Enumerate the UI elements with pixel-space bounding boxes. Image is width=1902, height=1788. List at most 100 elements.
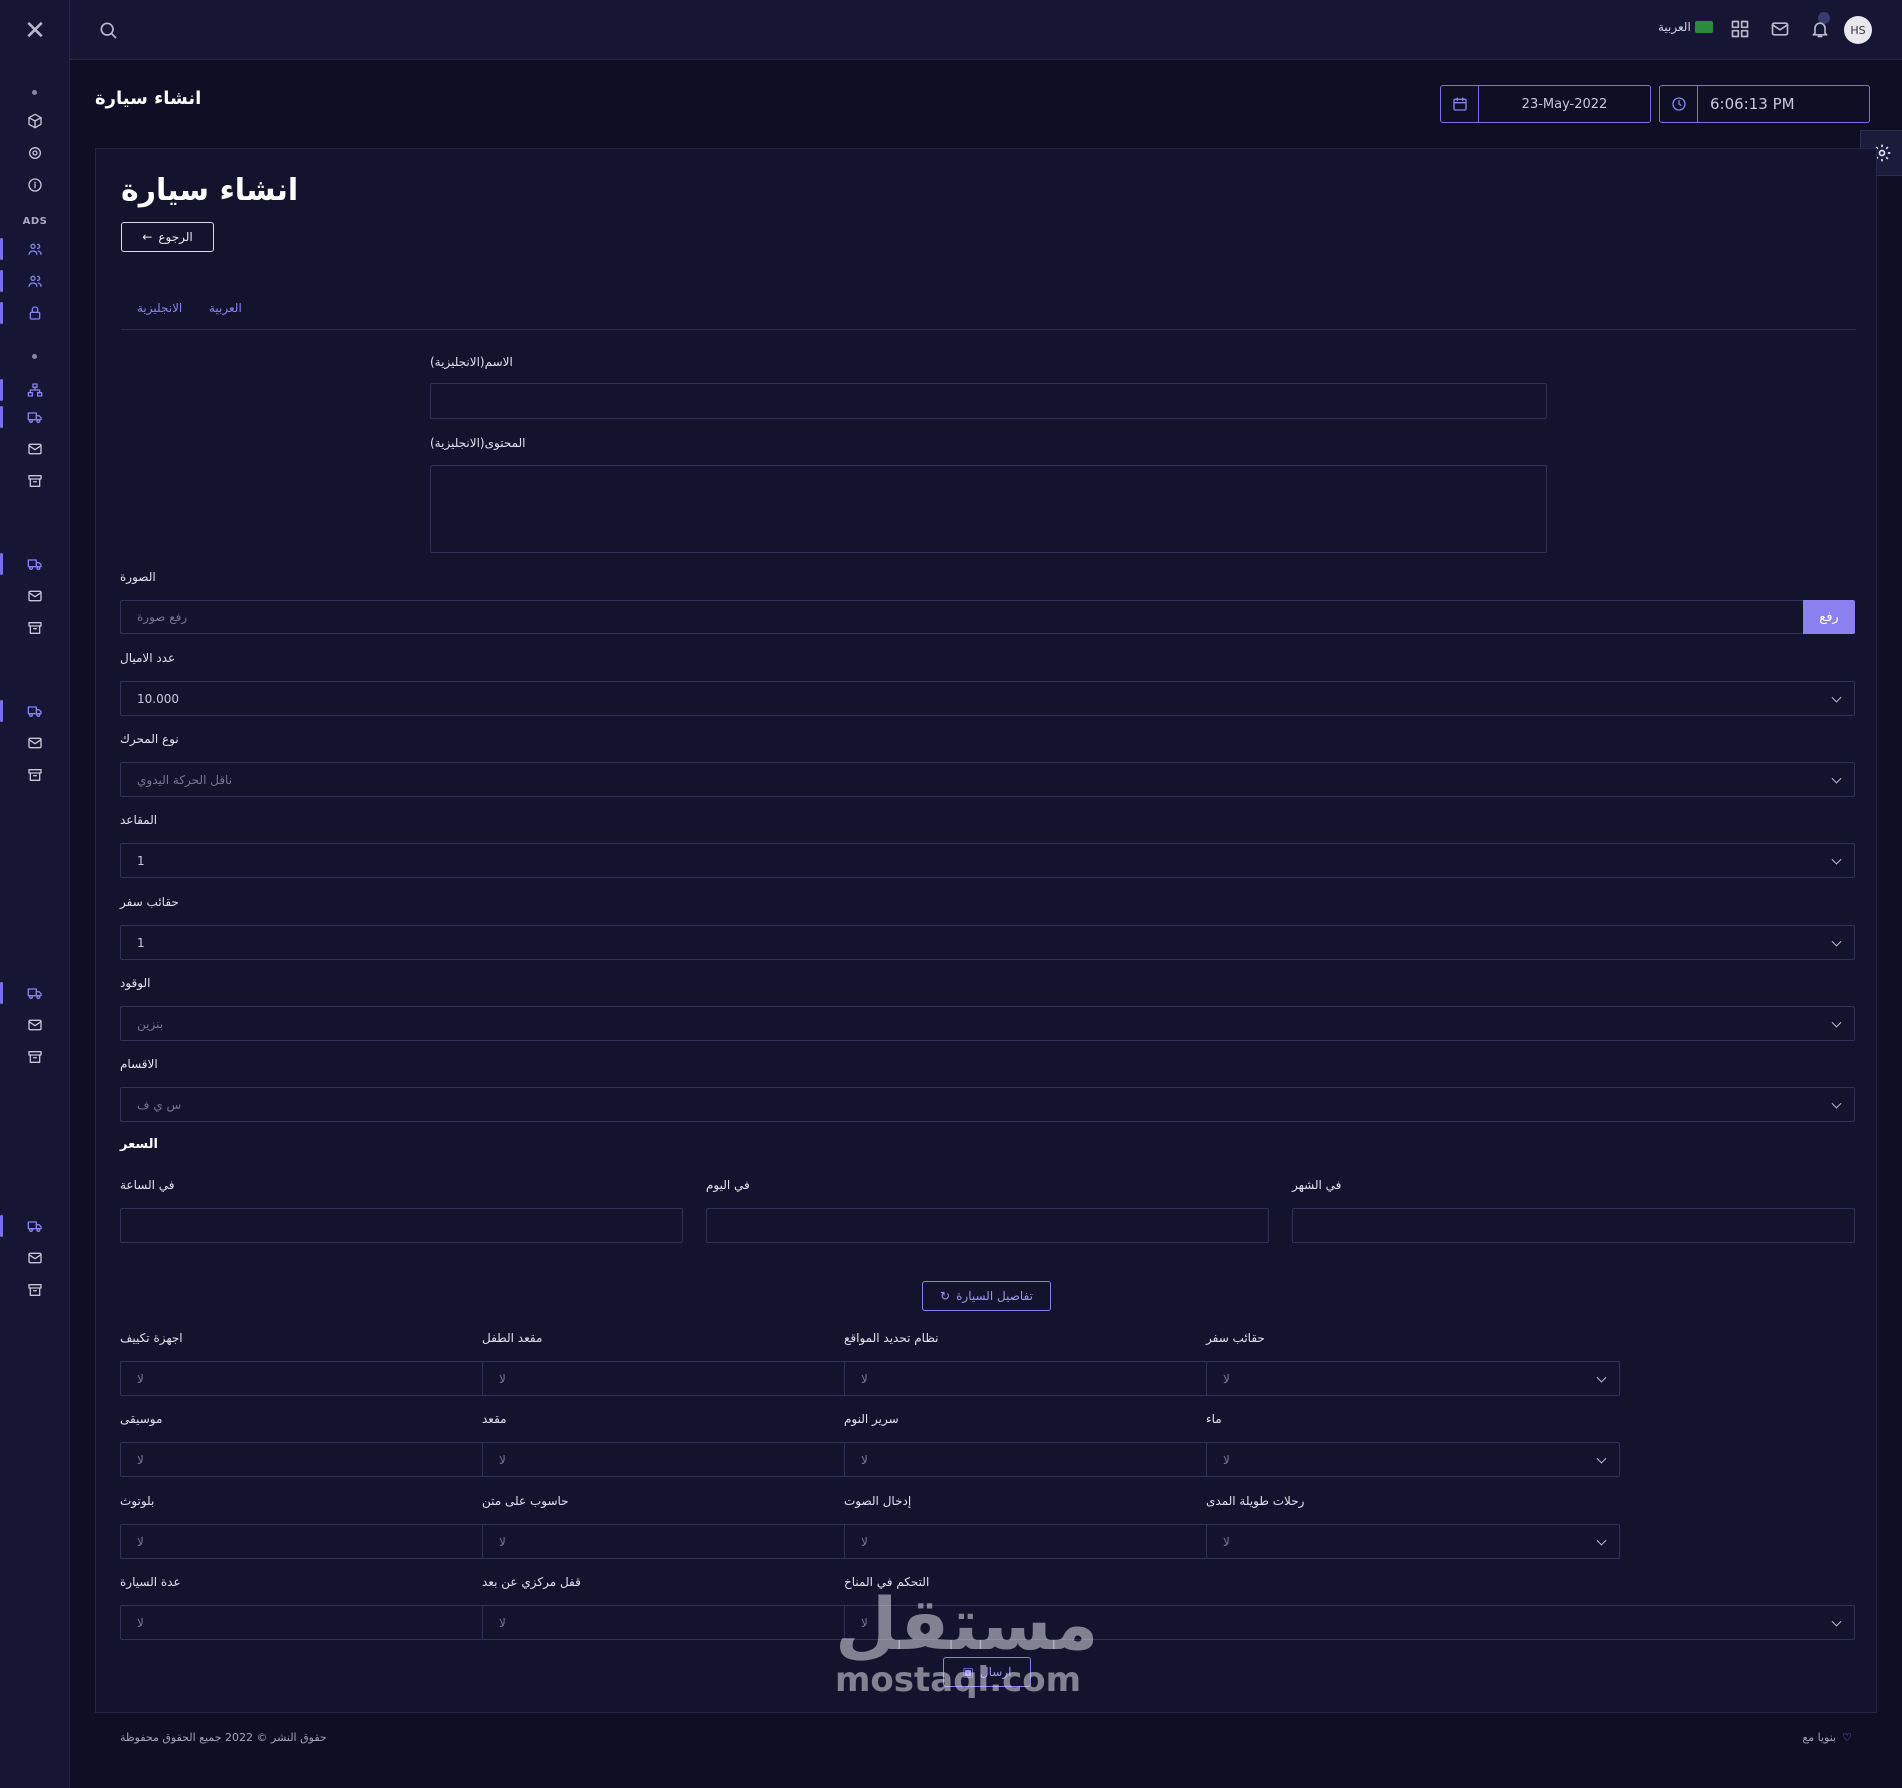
tab-arabic[interactable]: العربية: [209, 301, 242, 315]
detail-select[interactable]: لا: [844, 1605, 1855, 1640]
fuel-label: الوقود: [120, 976, 151, 990]
avatar[interactable]: HS: [1844, 16, 1872, 44]
refresh-icon: ↻: [940, 1289, 951, 1303]
detail-select[interactable]: لا: [120, 1442, 534, 1477]
detail-select[interactable]: لا: [120, 1524, 534, 1559]
back-button[interactable]: ← الرجوع: [121, 222, 214, 252]
archive-icon[interactable]: [0, 468, 70, 494]
detail-select[interactable]: لا: [1206, 1361, 1620, 1396]
bags-label: حقائب سفر: [120, 895, 179, 909]
cube-icon[interactable]: [0, 108, 70, 134]
image-upload-input[interactable]: رفع صورة: [120, 600, 1804, 634]
detail-label: نظام تحديد المواقع: [844, 1331, 939, 1345]
seats-label: المقاعد: [120, 813, 158, 827]
mail-icon[interactable]: [0, 436, 70, 462]
truck-icon[interactable]: [0, 980, 70, 1006]
search-icon[interactable]: [98, 20, 118, 40]
section-dot: [32, 90, 37, 95]
sidebar-section-label: ADS: [22, 216, 48, 227]
bell-icon[interactable]: [1810, 19, 1830, 39]
language-tabs: الانجليزية العربية: [121, 297, 1856, 330]
sitemap-icon[interactable]: [0, 377, 70, 403]
flag-icon: [1694, 21, 1713, 33]
made-with: بنويا مع ♡: [1802, 1731, 1852, 1744]
price-hour-label: في الساعة: [120, 1178, 175, 1192]
tab-english[interactable]: الانجليزية: [137, 301, 182, 315]
gear-icon[interactable]: [0, 140, 70, 166]
price-month-input[interactable]: [1292, 1208, 1855, 1243]
car-details-button[interactable]: ↻ تفاصيل السيارة: [922, 1281, 1051, 1311]
detail-select[interactable]: لا: [844, 1524, 1258, 1559]
name-en-input[interactable]: [430, 383, 1547, 419]
mileage-select[interactable]: 10.000: [120, 681, 1855, 716]
detail-select[interactable]: لا: [1206, 1524, 1620, 1559]
upload-button[interactable]: رفع: [1803, 600, 1855, 634]
close-icon[interactable]: ✕: [22, 18, 48, 44]
submit-button-label: ارسال: [979, 1665, 1012, 1679]
users-icon[interactable]: [0, 236, 70, 262]
truck-icon[interactable]: [0, 1213, 70, 1239]
detail-label: مقعد: [482, 1412, 507, 1426]
form-heading: انشاء سيارة: [121, 173, 299, 208]
archive-icon[interactable]: [0, 1277, 70, 1303]
users-icon[interactable]: [0, 268, 70, 294]
image-label: الصورة: [120, 570, 156, 584]
time-value: 6:06:13 PM: [1710, 95, 1795, 113]
date-display[interactable]: 23-May-2022: [1440, 85, 1651, 123]
seats-select[interactable]: 1: [120, 843, 1855, 878]
detail-select[interactable]: لا: [482, 1524, 896, 1559]
name-en-label: الاسم(الانجليزية): [430, 355, 513, 369]
fuel-select[interactable]: بنزين: [120, 1006, 1855, 1041]
detail-select[interactable]: لا: [482, 1361, 896, 1396]
detail-select[interactable]: لا: [120, 1605, 534, 1640]
truck-icon[interactable]: [0, 698, 70, 724]
content-en-textarea[interactable]: [430, 465, 1547, 553]
engine-select[interactable]: ناقل الحركة اليدوي: [120, 762, 1855, 797]
detail-select[interactable]: لا: [844, 1442, 1258, 1477]
page-title: انشاء سيارة: [95, 88, 202, 109]
detail-label: مقعد الطفل: [482, 1331, 543, 1345]
mail-icon[interactable]: [0, 583, 70, 609]
price-section-title: السعر: [120, 1137, 158, 1152]
language-switch[interactable]: العربية: [1658, 20, 1713, 34]
bags-select[interactable]: 1: [120, 925, 1855, 960]
mail-icon[interactable]: [0, 730, 70, 756]
apps-grid-icon[interactable]: [1730, 19, 1750, 39]
detail-select[interactable]: لا: [1206, 1442, 1620, 1477]
detail-label: حاسوب على متن: [482, 1494, 569, 1508]
truck-icon[interactable]: [0, 404, 70, 430]
lock-icon[interactable]: [0, 300, 70, 326]
mail-icon[interactable]: [0, 1012, 70, 1038]
detail-select[interactable]: لا: [482, 1605, 896, 1640]
calendar-icon: [1441, 86, 1479, 122]
submit-button[interactable]: ▣ ارسال: [943, 1657, 1031, 1687]
mail-icon[interactable]: [0, 1245, 70, 1271]
detail-select[interactable]: لا: [844, 1361, 1258, 1396]
mail-icon[interactable]: [1770, 19, 1790, 39]
detail-select[interactable]: لا: [120, 1361, 534, 1396]
engine-label: نوع المحرك: [120, 732, 179, 746]
archive-icon[interactable]: [0, 762, 70, 788]
heart-icon: ♡: [1842, 1731, 1852, 1744]
archive-icon[interactable]: [0, 1044, 70, 1070]
info-icon[interactable]: [0, 172, 70, 198]
detail-label: قفل مركزي عن بعد: [482, 1575, 581, 1589]
archive-icon[interactable]: [0, 615, 70, 641]
price-hour-input[interactable]: [120, 1208, 683, 1243]
date-value: 23-May-2022: [1521, 96, 1608, 112]
car-details-button-label: تفاصيل السيارة: [956, 1289, 1033, 1303]
mileage-label: عدد الاميال: [120, 651, 176, 665]
detail-label: عدة السيارة: [120, 1575, 181, 1589]
detail-select[interactable]: لا: [482, 1442, 896, 1477]
time-display[interactable]: 6:06:13 PM: [1659, 85, 1870, 123]
category-select[interactable]: س ي ف: [120, 1087, 1855, 1122]
save-icon: ▣: [962, 1665, 974, 1679]
made-with-text: بنويا مع: [1802, 1731, 1837, 1744]
detail-label: التحكم في المناخ: [844, 1575, 930, 1589]
detail-label: بلوتوث: [120, 1494, 155, 1508]
content-en-label: المحتوى(الانجليزية): [430, 436, 526, 450]
truck-icon[interactable]: [0, 551, 70, 577]
copyright-text: حقوق النشر © 2022 جميع الحقوق محفوظة: [120, 1731, 327, 1744]
price-day-input[interactable]: [706, 1208, 1269, 1243]
detail-label: إدخال الصوت: [844, 1494, 912, 1508]
